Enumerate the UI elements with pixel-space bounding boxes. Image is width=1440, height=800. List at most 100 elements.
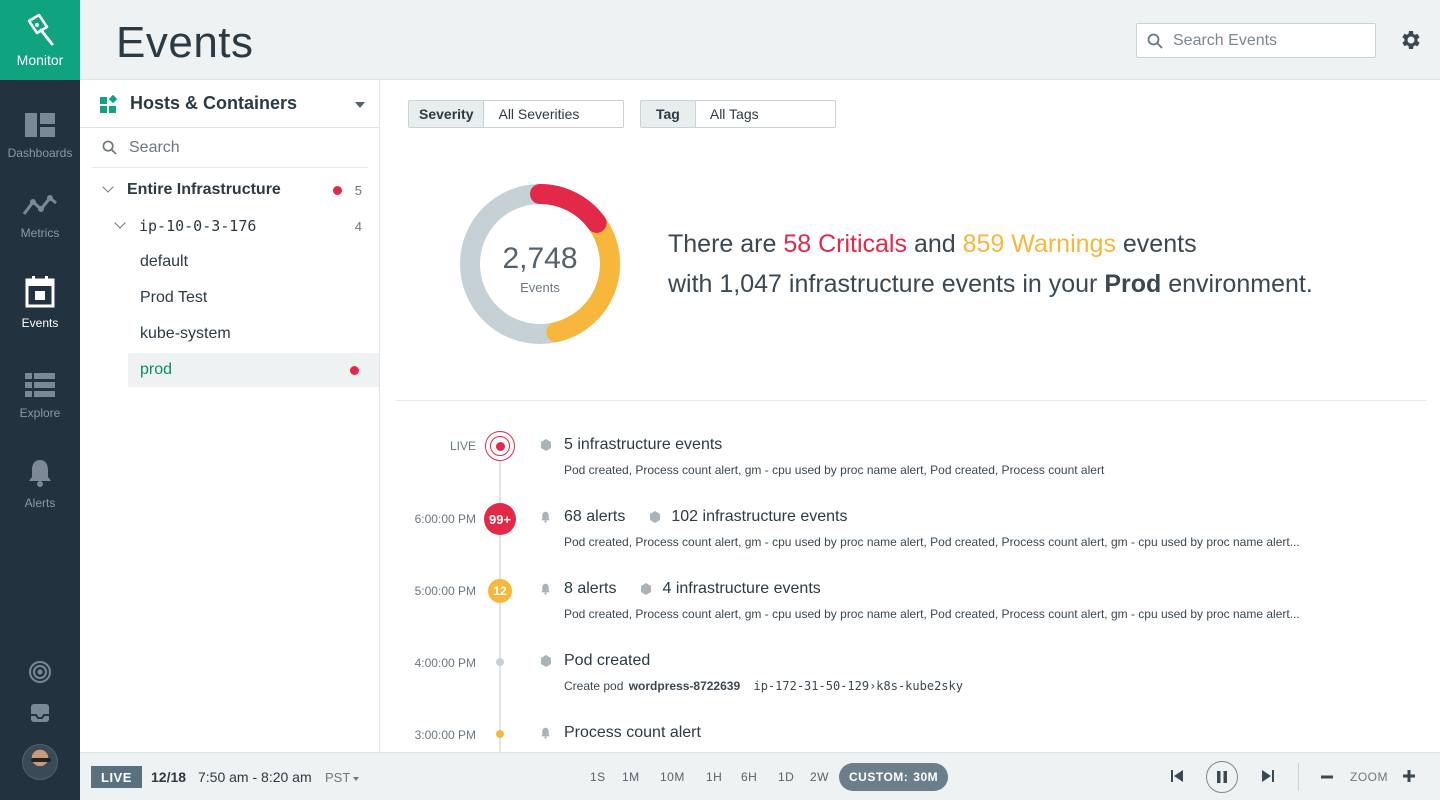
scope-search-input[interactable] [129,138,349,157]
inbox-icon [31,704,49,722]
summary-text: events [1122,230,1197,258]
nav-item-alerts[interactable]: Alerts [0,458,80,510]
metrics-icon [22,195,57,215]
search-events-box[interactable] [1136,23,1376,58]
range-button-1m[interactable]: 1M [622,770,640,784]
bell-icon [29,460,51,487]
event-description-text: Create pod [564,679,624,693]
pause-button[interactable] [1206,761,1238,793]
range-button-6h[interactable]: 6H [741,770,757,784]
bell-icon [541,727,550,739]
timeline-time: 5:00:00 PM [414,584,476,598]
scope-selector[interactable]: Hosts & Containers [80,80,379,128]
timeline-time: 3:00:00 PM [414,728,476,742]
event-alert-count: 8 alerts [564,580,617,597]
brand-logo[interactable]: Monitor [0,0,80,80]
inbox-button[interactable] [0,703,80,723]
event-infra-count: 102 infrastructure events [671,508,848,525]
pause-icon [1217,771,1227,783]
chevron-down-icon[interactable] [102,181,114,193]
range-button-2w[interactable]: 2W [810,770,829,784]
tree-item-entire-infrastructure[interactable]: Entire Infrastructure 5 [80,173,380,207]
summary-text: and [913,230,956,258]
live-button[interactable]: LIVE [91,766,142,788]
host-path[interactable]: ip-172-31-50-129›k8s-kube2sky [753,679,963,693]
custom-range-label: CUSTOM: [849,770,909,784]
nav-item-explore[interactable]: Explore [0,372,80,420]
cube-icon [650,511,661,523]
scope-title: Hosts & Containers [130,93,298,113]
event-infra-count: 5 infrastructure events [564,436,723,453]
chevron-down-icon[interactable] [355,102,365,108]
range-button-1d[interactable]: 1D [778,770,794,784]
donut-label: Events [520,280,560,295]
skip-back-icon[interactable] [1170,769,1184,783]
brand-name: Monitor [16,52,64,68]
custom-range-value: 30M [913,770,939,784]
event-title[interactable]: 5 infrastructure events [540,436,722,454]
events-main: Severity All Severities Tag All Tags 2,7… [380,80,1440,752]
event-title[interactable]: 68 alerts 102 infrastructure events [540,508,847,526]
nav-item-metrics[interactable]: Metrics [0,194,80,240]
event-description: Create pod wordpress-8722639 ip-172-31-5… [564,679,963,693]
search-icon [1147,33,1163,49]
donut-segment-critical[interactable] [530,184,607,233]
avatar[interactable] [22,744,58,780]
zoom-in-icon[interactable] [1403,770,1415,782]
nav-item-label: Metrics [20,226,60,240]
nav-item-dashboards[interactable]: Dashboards [0,112,80,160]
nav-item-events[interactable]: Events [0,276,80,330]
event-title[interactable]: Process count alert [540,724,701,742]
gear-icon[interactable] [1398,28,1422,52]
tag-filter[interactable]: Tag All Tags [640,100,836,128]
range-button-1s[interactable]: 1S [590,770,606,784]
range-button-1h[interactable]: 1H [706,770,722,784]
page-title: Events [116,18,254,67]
donut-segment-warning[interactable] [546,212,620,343]
event-title-text: Pod created [564,652,651,669]
timeline-dot [496,658,504,666]
tree-item-namespace[interactable]: Prod Test [80,281,380,315]
dashboards-icon [25,113,55,137]
event-alert-count: 68 alerts [564,508,626,525]
page-header: Events [80,0,1440,80]
range-button-10m[interactable]: 10M [660,770,685,784]
chevron-down-icon[interactable] [114,217,126,229]
alert-dot [350,366,359,375]
divider [1298,763,1299,791]
pod-name[interactable]: wordpress-8722639 [629,679,740,693]
tree-item-namespace-selected[interactable]: prod [128,353,379,387]
skip-forward-icon[interactable] [1261,769,1275,783]
tree-item-label: kube-system [140,325,231,342]
tree-item-namespace[interactable]: kube-system [80,317,380,351]
severity-filter[interactable]: Severity All Severities [408,100,624,128]
critical-count-badge[interactable]: 99+ [484,503,516,535]
zoom-label: ZOOM [1350,770,1388,784]
bell-icon [541,511,550,523]
nav-item-label: Explore [19,406,61,420]
warning-count-badge[interactable]: 12 [488,579,512,603]
search-events-input[interactable] [1173,31,1363,50]
radar-button[interactable] [0,660,80,684]
tag-filter-label: Tag [641,101,696,127]
nav-item-label: Dashboards [7,146,73,160]
event-title[interactable]: 8 alerts 4 infrastructure events [540,580,821,598]
tree-item-host[interactable]: ip-10-0-3-176 4 [80,209,380,243]
summary-criticals[interactable]: 58 Criticals [783,230,907,258]
severity-filter-label: Severity [409,101,485,127]
tree-item-label: ip-10-0-3-176 [139,217,257,235]
tree-item-namespace[interactable]: default [80,245,380,279]
scope-search[interactable] [92,128,368,168]
zoom-out-icon[interactable] [1321,775,1333,779]
donut-total: 2,748 [502,242,578,275]
tag-filter-value[interactable]: All Tags [695,101,773,127]
timeline-time: 4:00:00 PM [414,656,476,670]
tree-item-label: Prod Test [140,289,208,306]
summary-warnings[interactable]: 859 Warnings [963,230,1116,258]
timeline-time: LIVE [449,439,476,453]
event-title[interactable]: Pod created [540,652,650,670]
custom-range-button[interactable]: CUSTOM: 30M [839,763,949,791]
timezone-dropdown[interactable]: PST [325,770,359,785]
cube-icon [541,439,551,451]
severity-filter-value[interactable]: All Severities [484,101,594,127]
